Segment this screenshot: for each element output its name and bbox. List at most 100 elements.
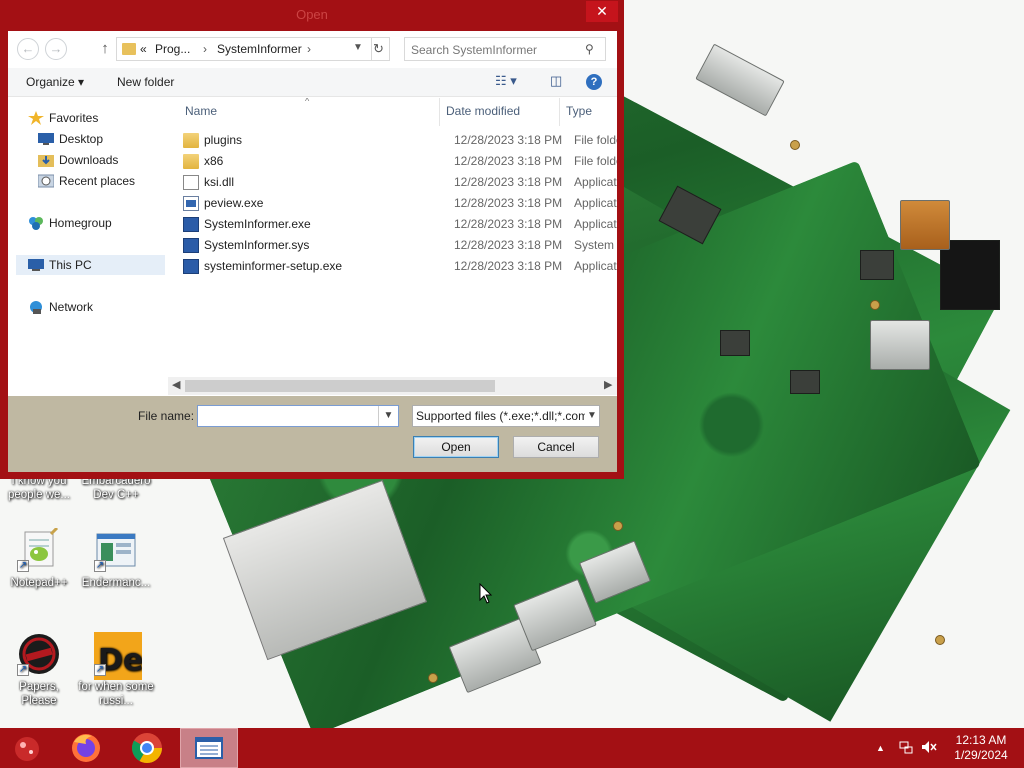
nav-downloads[interactable]: Downloads bbox=[38, 150, 118, 170]
file-row[interactable]: plugins 12/28/2023 3:18 PM File folder bbox=[183, 130, 617, 151]
file-row[interactable]: systeminformer-setup.exe 12/28/2023 3:18… bbox=[183, 256, 617, 277]
nav-this-pc[interactable]: This PC bbox=[16, 255, 165, 275]
chevron-down-icon[interactable]: ▼ bbox=[585, 406, 599, 426]
shortcut-arrow-icon: ↗ bbox=[17, 560, 29, 572]
refresh-icon: ↻ bbox=[373, 41, 384, 56]
nav-desktop[interactable]: Desktop bbox=[38, 129, 103, 149]
breadcrumb-separator[interactable]: › bbox=[203, 42, 207, 56]
taskbar: ▲ 12:13 AM 1/29/2024 bbox=[0, 728, 1024, 768]
file-row[interactable]: SystemInformer.sys 12/28/2023 3:18 PM Sy… bbox=[183, 235, 617, 256]
folder-icon bbox=[183, 154, 199, 169]
column-header-date[interactable]: Date modified bbox=[446, 104, 520, 124]
desktop-icon bbox=[38, 132, 54, 146]
organize-button[interactable]: Organize ▾ bbox=[26, 75, 84, 89]
taskbar-app-explorer[interactable] bbox=[180, 728, 238, 768]
help-icon[interactable]: ? bbox=[586, 74, 602, 90]
chrome-icon bbox=[131, 733, 162, 764]
open-button[interactable]: Open bbox=[413, 436, 499, 458]
breadcrumb-separator[interactable]: › bbox=[307, 42, 311, 56]
nav-favorites[interactable]: Favorites bbox=[28, 108, 98, 128]
sys-file-icon bbox=[183, 238, 199, 253]
address-bar[interactable]: « Prog... › SystemInformer › ▼ bbox=[116, 37, 372, 61]
recent-places-icon bbox=[37, 174, 55, 188]
up-button[interactable]: ↑ bbox=[96, 39, 114, 59]
network-tray-icon[interactable] bbox=[899, 740, 913, 757]
nav-homegroup[interactable]: Homegroup bbox=[28, 213, 112, 233]
chip-decoration bbox=[860, 250, 894, 280]
breadcrumb-item[interactable]: Prog... bbox=[155, 42, 190, 56]
taskbar-app-firefox[interactable] bbox=[58, 728, 116, 768]
taskbar-app-chrome[interactable] bbox=[118, 728, 176, 768]
close-button[interactable]: ✕ bbox=[586, 1, 618, 22]
homegroup-icon bbox=[28, 216, 44, 230]
pad-decoration bbox=[935, 635, 945, 645]
chevron-down-icon[interactable]: ▼ bbox=[378, 406, 398, 426]
view-options-icon[interactable]: ☷ ▾ bbox=[495, 73, 517, 89]
new-folder-button[interactable]: New folder bbox=[117, 75, 174, 89]
shortcut-arrow-icon: ↗ bbox=[94, 664, 106, 676]
notepadpp-icon: ↗ bbox=[17, 526, 61, 572]
port-decoration bbox=[870, 320, 930, 370]
system-clock[interactable]: 12:13 AM 1/29/2024 bbox=[950, 733, 1012, 763]
chip-decoration bbox=[720, 330, 750, 356]
breadcrumb-overflow[interactable]: « bbox=[140, 42, 147, 56]
desktop-icon-de[interactable]: De ↗ for when some russi... bbox=[78, 632, 154, 708]
endermanch-icon: ↗ bbox=[94, 528, 138, 572]
file-date: 12/28/2023 3:18 PM bbox=[454, 133, 563, 147]
cancel-button[interactable]: Cancel bbox=[513, 436, 599, 458]
forward-button[interactable]: → bbox=[45, 38, 67, 60]
filter-value: Supported files (*.exe;*.dll;*.com bbox=[416, 409, 589, 423]
explorer-window-icon bbox=[195, 737, 223, 759]
file-type: Application bbox=[574, 259, 617, 273]
scroll-left-icon[interactable]: ◀ bbox=[172, 378, 180, 391]
taskbar-app-custom[interactable] bbox=[0, 728, 58, 768]
file-date: 12/28/2023 3:18 PM bbox=[454, 196, 563, 210]
preview-pane-icon[interactable]: ◫ bbox=[550, 73, 562, 89]
file-name: peview.exe bbox=[204, 196, 264, 210]
desktop-icon-notepadpp[interactable]: ↗ Notepad++ bbox=[1, 526, 77, 590]
column-header-name[interactable]: Name bbox=[185, 104, 217, 124]
back-button[interactable]: ← bbox=[17, 38, 39, 60]
file-date: 12/28/2023 3:18 PM bbox=[454, 259, 563, 273]
desktop-icon-label: for when some russi... bbox=[78, 681, 154, 707]
scroll-right-icon[interactable]: ▶ bbox=[604, 378, 612, 391]
nav-label: Desktop bbox=[59, 132, 104, 146]
column-header-type[interactable]: Type bbox=[566, 104, 592, 124]
file-type: Application bbox=[574, 196, 617, 210]
navigation-pane: Favorites Desktop Downloads Recent place… bbox=[8, 98, 165, 396]
file-type: System file bbox=[574, 238, 617, 252]
desktop-icon-papers-please[interactable]: ↗ Papers, Please bbox=[1, 632, 77, 708]
file-list: Name ^ Date modified Type plugins 12/28/… bbox=[173, 98, 617, 378]
dialog-title: Open bbox=[296, 7, 328, 22]
file-row[interactable]: x86 12/28/2023 3:18 PM File folder bbox=[183, 151, 617, 172]
show-hidden-icons-icon[interactable]: ▲ bbox=[876, 743, 885, 753]
dialog-bottom-panel: File name: ▼ Supported files (*.exe;*.dl… bbox=[8, 396, 617, 472]
horizontal-scrollbar[interactable]: ◀ ▶ bbox=[168, 377, 617, 395]
file-name: SystemInformer.exe bbox=[204, 217, 311, 231]
search-icon: ⚲ bbox=[585, 42, 594, 56]
refresh-button[interactable]: ↻ bbox=[368, 37, 390, 61]
nav-recent-places[interactable]: Recent places bbox=[37, 171, 135, 191]
file-name-field[interactable]: ▼ bbox=[197, 405, 399, 427]
file-row[interactable]: SystemInformer.exe 12/28/2023 3:18 PM Ap… bbox=[183, 214, 617, 235]
scrollbar-thumb[interactable] bbox=[185, 380, 495, 392]
search-input[interactable]: Search SystemInformer ⚲ bbox=[404, 37, 606, 61]
dll-file-icon bbox=[183, 175, 199, 190]
network-icon bbox=[28, 300, 44, 314]
nav-network[interactable]: Network bbox=[28, 297, 93, 317]
column-separator[interactable] bbox=[439, 98, 440, 126]
pad-decoration bbox=[790, 140, 800, 150]
column-separator[interactable] bbox=[559, 98, 560, 126]
file-type: File folder bbox=[574, 154, 617, 168]
desktop-icon-endermanch[interactable]: ↗ Endermanc... bbox=[78, 528, 154, 590]
desktop-icon-label: Notepad++ bbox=[10, 577, 68, 589]
breadcrumb-item[interactable]: SystemInformer bbox=[217, 42, 302, 56]
chevron-down-icon[interactable]: ▼ bbox=[353, 42, 363, 53]
command-toolbar: Organize ▾ New folder ☷ ▾ ◫ ? bbox=[8, 68, 617, 97]
volume-muted-icon[interactable] bbox=[921, 740, 937, 757]
file-row[interactable]: ksi.dll 12/28/2023 3:18 PM Application e… bbox=[183, 172, 617, 193]
file-type: Application extension bbox=[574, 175, 617, 189]
folder-icon bbox=[122, 43, 136, 55]
file-type-filter-select[interactable]: Supported files (*.exe;*.dll;*.com ▼ bbox=[412, 405, 600, 427]
file-row[interactable]: peview.exe 12/28/2023 3:18 PM Applicatio… bbox=[183, 193, 617, 214]
